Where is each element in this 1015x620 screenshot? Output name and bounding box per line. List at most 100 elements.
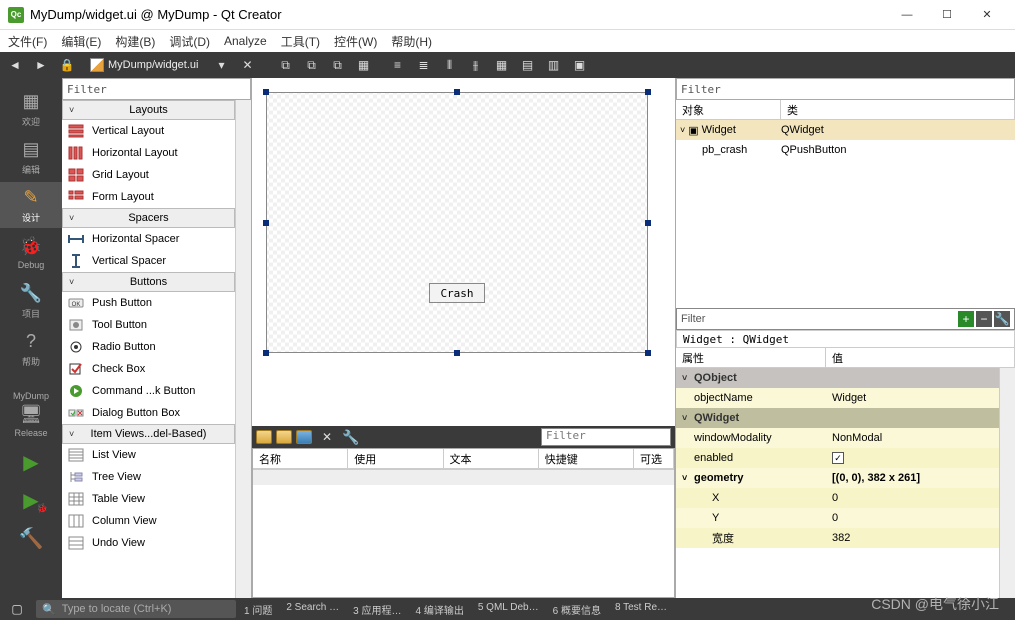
menu-edit[interactable]: 编辑(E) [61, 33, 101, 50]
menu-analyze[interactable]: Analyze [224, 34, 267, 48]
item-hlayout[interactable]: Horizontal Layout [62, 142, 235, 164]
close-button[interactable]: ✕ [967, 1, 1007, 29]
layout-grid-icon[interactable]: ▦ [490, 55, 512, 75]
layout-split-v-icon[interactable]: ⫵ [464, 55, 486, 75]
status-search[interactable]: 2 Search … [286, 602, 339, 617]
mode-edit[interactable]: ▤编辑 [0, 134, 62, 180]
layout-break-icon[interactable]: ▥ [542, 55, 564, 75]
folder-icon[interactable] [256, 430, 272, 444]
tool-copy-icon[interactable]: ⧉ [274, 55, 296, 75]
layout-h-icon[interactable]: ≡ [386, 55, 408, 75]
prop-scrollbar[interactable] [999, 368, 1015, 598]
menu-build[interactable]: 构建(B) [115, 33, 155, 50]
status-compile[interactable]: 4 编译输出 [416, 602, 464, 617]
item-checkbox[interactable]: Check Box [62, 358, 235, 380]
item-hspacer[interactable]: Horizontal Spacer [62, 228, 235, 250]
add-prop-icon[interactable]: + [958, 311, 974, 327]
item-treeview[interactable]: Tree View [62, 466, 235, 488]
tool-paste-icon[interactable]: ⧉ [326, 55, 348, 75]
menu-widgets[interactable]: 控件(W) [334, 33, 377, 50]
prop-group-qwidget[interactable]: ˅QWidget [676, 408, 999, 428]
cat-layouts[interactable]: ˅Layouts [62, 100, 235, 120]
mode-design[interactable]: ✎设计 [0, 182, 62, 228]
fwd-icon[interactable]: ► [30, 55, 52, 75]
widgetbox-filter[interactable]: Filter [62, 78, 251, 100]
resize-handle[interactable] [263, 89, 269, 95]
resize-handle[interactable] [454, 350, 460, 356]
menu-file[interactable]: 文件(F) [8, 33, 47, 50]
obj-row-pbcrash[interactable]: pb_crash QPushButton [676, 140, 1015, 160]
build-button[interactable]: 🔨 [0, 520, 62, 556]
prop-windowmodality[interactable]: windowModalityNonModal [676, 428, 999, 448]
mode-welcome[interactable]: ▦欢迎 [0, 86, 62, 132]
toggle-sidebar-icon[interactable]: ▢ [6, 599, 28, 619]
mode-projects[interactable]: 🔧项目 [0, 278, 62, 324]
tool-cut-icon[interactable]: ⧉ [300, 55, 322, 75]
col-shortcut[interactable]: 快捷键 [539, 449, 634, 468]
resize-handle[interactable] [645, 89, 651, 95]
prop-group-qobject[interactable]: ˅QObject [676, 368, 999, 388]
status-issues[interactable]: 1 问题 [244, 602, 272, 617]
item-radiobutton[interactable]: Radio Button [62, 336, 235, 358]
resize-handle[interactable] [263, 350, 269, 356]
col-name[interactable]: 名称 [253, 449, 348, 468]
kit-selector[interactable]: MyDump🖥Release [0, 386, 62, 442]
locator-input[interactable]: 🔍Type to locate (Ctrl+K) [36, 600, 236, 618]
menu-tools[interactable]: 工具(T) [281, 33, 320, 50]
resize-handle[interactable] [263, 220, 269, 226]
action-hscroll[interactable] [253, 469, 674, 485]
resize-handle[interactable] [454, 89, 460, 95]
crash-button[interactable]: Crash [429, 283, 485, 303]
back-icon[interactable]: ◄ [4, 55, 26, 75]
objcol-object[interactable]: 对象 [676, 100, 781, 119]
item-dialogbuttonbox[interactable]: Dialog Button Box [62, 402, 235, 424]
item-undoview[interactable]: Undo View [62, 532, 235, 554]
wrench-icon[interactable]: 🔧 [342, 429, 359, 446]
layout-split-h-icon[interactable]: ⫴ [438, 55, 460, 75]
design-canvas[interactable]: Crash [252, 78, 675, 426]
folder-icon[interactable] [276, 430, 292, 444]
propcol-value[interactable]: 值 [826, 348, 1015, 367]
close-tab-icon[interactable]: ✕ [236, 55, 258, 75]
form-widget[interactable]: Crash [266, 92, 648, 353]
item-gridlayout[interactable]: Grid Layout [62, 164, 235, 186]
lock-icon[interactable]: 🔒 [56, 55, 78, 75]
item-vlayout[interactable]: Vertical Layout [62, 120, 235, 142]
prop-geometry-y[interactable]: Y0 [676, 508, 999, 528]
run-debug-button[interactable]: ▶🐞 [0, 482, 62, 518]
prop-objectname[interactable]: objectNameWidget [676, 388, 999, 408]
minimize-button[interactable]: — [887, 1, 927, 29]
item-vspacer[interactable]: Vertical Spacer [62, 250, 235, 272]
item-listview[interactable]: List View [62, 444, 235, 466]
prop-filter[interactable]: Filter + − 🔧 [676, 308, 1015, 330]
objcol-class[interactable]: 类 [781, 100, 1015, 119]
remove-prop-icon[interactable]: − [976, 311, 992, 327]
mode-help[interactable]: ?帮助 [0, 326, 62, 372]
objinsp-filter[interactable]: Filter [676, 78, 1015, 100]
obj-row-widget[interactable]: ˅▣Widget QWidget [676, 120, 1015, 140]
prop-geometry-x[interactable]: X0 [676, 488, 999, 508]
item-tableview[interactable]: Table View [62, 488, 235, 510]
col-use[interactable]: 使用 [348, 449, 443, 468]
status-qml[interactable]: 5 QML Deb… [478, 602, 539, 617]
status-general[interactable]: 6 概要信息 [553, 602, 601, 617]
item-formlayout[interactable]: Form Layout [62, 186, 235, 208]
layout-form-icon[interactable]: ▤ [516, 55, 538, 75]
dropdown-icon[interactable]: ▾ [210, 55, 232, 75]
cat-itemviews[interactable]: ˅Item Views...del-Based) [62, 424, 235, 444]
action-filter[interactable]: Filter [541, 428, 671, 446]
col-checkable[interactable]: 可选 [634, 449, 674, 468]
widgetbox-scrollbar[interactable] [235, 100, 251, 598]
folder-icon[interactable] [296, 430, 312, 444]
maximize-button[interactable]: ☐ [927, 1, 967, 29]
item-pushbutton[interactable]: OKPush Button [62, 292, 235, 314]
menu-debug[interactable]: 调试(D) [169, 33, 210, 50]
item-commandbutton[interactable]: Command ...k Button [62, 380, 235, 402]
resize-handle[interactable] [645, 350, 651, 356]
open-file-tab[interactable]: MyDump/widget.ui [82, 58, 206, 72]
tool-grid-icon[interactable]: ▦ [352, 55, 374, 75]
prop-geometry[interactable]: ˅geometry[(0, 0), 382 x 261] [676, 468, 999, 488]
cat-spacers[interactable]: ˅Spacers [62, 208, 235, 228]
menu-help[interactable]: 帮助(H) [391, 33, 432, 50]
prop-geometry-width[interactable]: 宽度382 [676, 528, 999, 548]
